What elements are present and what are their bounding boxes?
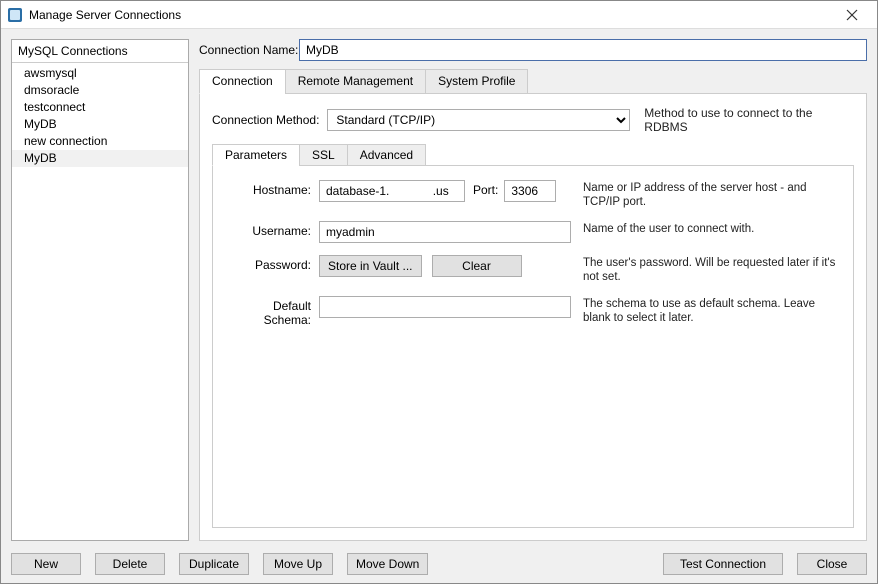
tab-panel-connection: Connection Method: Standard (TCP/IP) Met… [199, 93, 867, 541]
port-input[interactable] [504, 180, 556, 202]
default-schema-input[interactable] [319, 296, 571, 318]
connection-item[interactable]: MyDB [12, 116, 188, 133]
subtab-advanced[interactable]: Advanced [347, 144, 426, 166]
tab-system-profile[interactable]: System Profile [425, 69, 528, 94]
hostname-input[interactable] [319, 180, 465, 202]
connection-method-select[interactable]: Standard (TCP/IP) [327, 109, 630, 131]
port-label: Port: [473, 180, 498, 202]
move-up-button[interactable]: Move Up [263, 553, 333, 575]
default-schema-row: Default Schema: The schema to use as def… [223, 296, 843, 327]
content-area: MySQL Connections awsmysql dmsoracle tes… [1, 29, 877, 583]
username-row: Username: Name of the user to connect wi… [223, 221, 843, 243]
delete-button[interactable]: Delete [95, 553, 165, 575]
test-connection-button[interactable]: Test Connection [663, 553, 783, 575]
username-label: Username: [223, 221, 319, 238]
password-row: Password: Store in Vault ... Clear The u… [223, 255, 843, 284]
footer-buttons: New Delete Duplicate Move Up Move Down T… [11, 549, 867, 575]
store-in-vault-button[interactable]: Store in Vault ... [319, 255, 422, 277]
connection-name-label: Connection Name: [199, 43, 291, 57]
titlebar: Manage Server Connections [1, 1, 877, 29]
connection-name-input[interactable] [299, 39, 867, 61]
connection-item[interactable]: awsmysql [12, 65, 188, 82]
password-label: Password: [223, 255, 319, 272]
main-tabs: Connection Remote Management System Prof… [199, 69, 867, 94]
subtab-ssl[interactable]: SSL [299, 144, 348, 166]
close-button[interactable]: Close [797, 553, 867, 575]
connection-item[interactable]: new connection [12, 133, 188, 150]
connection-method-label: Connection Method: [212, 113, 319, 127]
sub-tabs: Parameters SSL Advanced [212, 144, 854, 166]
default-schema-help: The schema to use as default schema. Lea… [571, 296, 843, 325]
new-button[interactable]: New [11, 553, 81, 575]
default-schema-label: Default Schema: [223, 296, 319, 327]
upper-area: MySQL Connections awsmysql dmsoracle tes… [11, 39, 867, 541]
subtab-parameters[interactable]: Parameters [212, 144, 300, 166]
details-pane: Connection Name: Connection Remote Manag… [199, 39, 867, 541]
connections-sidebar: MySQL Connections awsmysql dmsoracle tes… [11, 39, 189, 541]
connection-item[interactable]: MyDB [12, 150, 188, 167]
hostname-label: Hostname: [223, 180, 319, 197]
connection-item[interactable]: dmsoracle [12, 82, 188, 99]
tab-remote-management[interactable]: Remote Management [285, 69, 426, 94]
connections-list[interactable]: awsmysql dmsoracle testconnect MyDB new … [12, 63, 188, 540]
duplicate-button[interactable]: Duplicate [179, 553, 249, 575]
tab-connection[interactable]: Connection [199, 69, 286, 94]
username-input[interactable] [319, 221, 571, 243]
hostname-help: Name or IP address of the server host - … [571, 180, 843, 209]
move-down-button[interactable]: Move Down [347, 553, 428, 575]
connection-name-row: Connection Name: [199, 39, 867, 61]
sidebar-header: MySQL Connections [12, 40, 188, 63]
close-window-button[interactable] [831, 3, 873, 27]
window-title: Manage Server Connections [29, 8, 181, 22]
connection-method-row: Connection Method: Standard (TCP/IP) Met… [212, 106, 854, 134]
dialog-window: Manage Server Connections MySQL Connecti… [0, 0, 878, 584]
clear-password-button[interactable]: Clear [432, 255, 522, 277]
password-help: The user's password. Will be requested l… [571, 255, 843, 284]
hostname-row: Hostname: Port: Name or IP address of th… [223, 180, 843, 209]
username-help: Name of the user to connect with. [571, 221, 843, 236]
connection-item[interactable]: testconnect [12, 99, 188, 116]
subpanel-parameters: Hostname: Port: Name or IP address of th… [212, 165, 854, 528]
connection-method-hint: Method to use to connect to the RDBMS [644, 106, 854, 134]
app-icon [7, 7, 23, 23]
close-icon [846, 9, 858, 21]
